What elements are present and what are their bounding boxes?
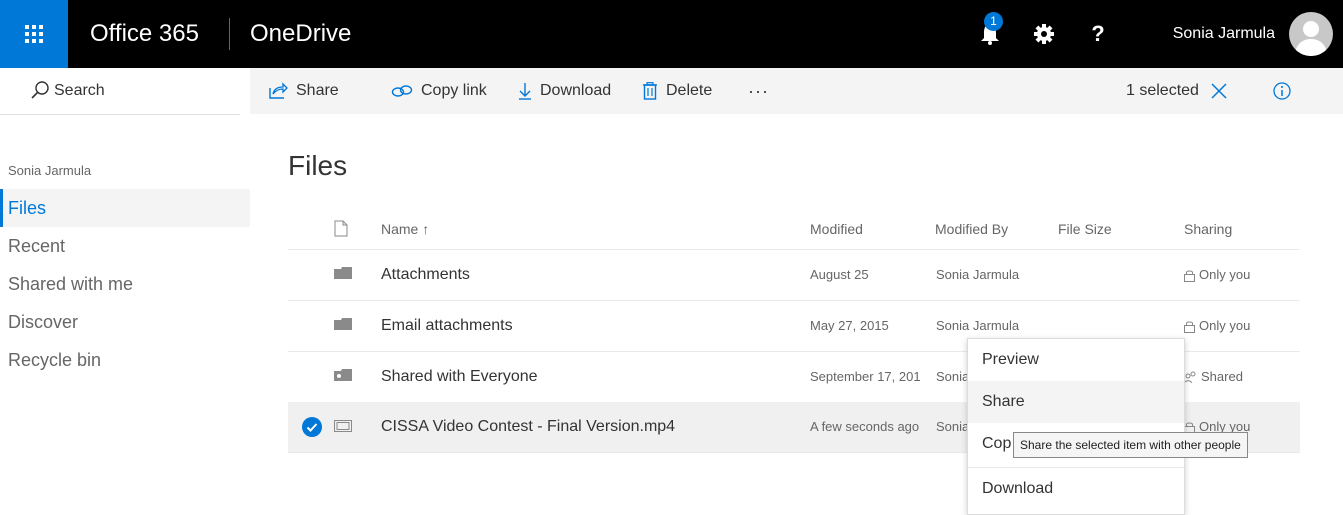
left-navigation: Search Sonia Jarmula Files Recent Shared…: [0, 68, 250, 513]
lock-icon: [1184, 270, 1195, 282]
search-icon: [31, 81, 49, 99]
suite-header: Office 365 OneDrive 1 ? Sonia Jarmula: [0, 0, 1343, 68]
modified-by: Sonia: [936, 419, 970, 434]
column-name[interactable]: Name ↑: [381, 205, 429, 253]
more-button[interactable]: ···: [748, 68, 769, 114]
notifications-button[interactable]: 1: [966, 0, 1014, 68]
notification-badge: 1: [984, 12, 1003, 31]
sharing-label: Shared: [1201, 369, 1243, 384]
file-name[interactable]: Shared with Everyone: [381, 352, 538, 402]
gear-icon: [1034, 24, 1054, 44]
sharing-label: Only you: [1199, 267, 1251, 282]
video-file-icon: [334, 420, 352, 432]
selection-count: 1 selected: [1126, 82, 1199, 99]
file-name[interactable]: Email attachments: [381, 301, 513, 351]
modified-date: May 27, 2015: [810, 318, 889, 333]
file-type-icon[interactable]: [334, 220, 348, 237]
command-bar: Share Copy link Download Delete ··· 1 se…: [250, 68, 1343, 114]
nav-item-shared-with-me[interactable]: Shared with me: [0, 265, 250, 303]
suite-title[interactable]: Office 365: [90, 0, 199, 68]
tooltip: Share the selected item with other peopl…: [1013, 432, 1248, 458]
sharing-status: Only you: [1184, 250, 1250, 300]
close-icon[interactable]: [1210, 82, 1228, 100]
folder-icon: [334, 318, 352, 330]
user-icon: [1295, 21, 1327, 56]
app-launcher-button[interactable]: [0, 0, 68, 68]
avatar[interactable]: [1289, 12, 1333, 56]
share-label: Share: [296, 82, 339, 99]
column-sharing[interactable]: Sharing: [1184, 205, 1232, 253]
list-header: Name ↑ Modified Modified By File Size Sh…: [288, 205, 1300, 250]
modified-date: A few seconds ago: [810, 419, 920, 434]
sharing-label: Only you: [1199, 318, 1251, 333]
shared-folder-icon: [334, 369, 352, 381]
context-menu: Preview Share Cop Download: [967, 338, 1185, 515]
column-modified[interactable]: Modified: [810, 205, 863, 253]
copy-link-label: Copy link: [421, 82, 487, 99]
waffle-icon: [25, 25, 43, 43]
modified-by: Sonia Jarmula: [936, 267, 1020, 282]
menu-item-download[interactable]: Download: [968, 468, 1184, 510]
selected-check-icon[interactable]: [302, 417, 322, 437]
link-icon: [391, 85, 413, 97]
nav-item-discover[interactable]: Discover: [0, 303, 250, 341]
file-name[interactable]: CISSA Video Contest - Final Version.mp4: [381, 402, 675, 452]
column-file-size[interactable]: File Size: [1058, 205, 1112, 253]
folder-icon: [334, 267, 352, 279]
download-icon: [519, 83, 531, 100]
sharing-status: Only you: [1184, 301, 1250, 351]
column-modified-by[interactable]: Modified By: [935, 205, 1008, 253]
modified-date: August 25: [810, 267, 869, 282]
menu-item-share[interactable]: Share: [968, 381, 1184, 423]
search-label: Search: [54, 82, 105, 99]
share-button[interactable]: Share: [268, 68, 339, 114]
help-button[interactable]: ?: [1074, 0, 1122, 68]
help-icon: ?: [1091, 21, 1105, 46]
search-box[interactable]: Search: [0, 68, 240, 115]
sharing-status: Shared: [1184, 352, 1243, 402]
checkmark-icon: [306, 423, 318, 432]
nav-item-files[interactable]: Files: [0, 189, 250, 227]
copy-link-button[interactable]: Copy link: [391, 68, 487, 114]
app-title[interactable]: OneDrive: [250, 0, 351, 68]
menu-item-preview[interactable]: Preview: [968, 339, 1184, 381]
table-row[interactable]: Attachments August 25 Sonia Jarmula Only…: [288, 250, 1300, 301]
page-title: Files: [288, 150, 348, 181]
download-button[interactable]: Download: [518, 68, 611, 114]
lock-icon: [1184, 321, 1195, 333]
delete-label: Delete: [666, 82, 713, 99]
more-icon: ···: [748, 81, 769, 101]
share-icon: [269, 82, 288, 99]
settings-button[interactable]: [1020, 0, 1068, 68]
delete-button[interactable]: Delete: [642, 68, 712, 114]
info-icon[interactable]: [1272, 81, 1292, 101]
header-divider: [229, 18, 230, 50]
nav-item-recycle-bin[interactable]: Recycle bin: [0, 341, 250, 379]
trash-icon: [643, 82, 657, 100]
nav-owner-label: Sonia Jarmula: [8, 163, 92, 178]
nav-item-recent[interactable]: Recent: [0, 227, 250, 265]
people-icon: [1184, 371, 1196, 383]
download-label: Download: [540, 82, 612, 99]
file-name[interactable]: Attachments: [381, 250, 470, 300]
user-name[interactable]: Sonia Jarmula: [1173, 0, 1275, 68]
modified-by: Sonia: [936, 369, 970, 384]
modified-date: September 17, 201: [810, 369, 921, 384]
